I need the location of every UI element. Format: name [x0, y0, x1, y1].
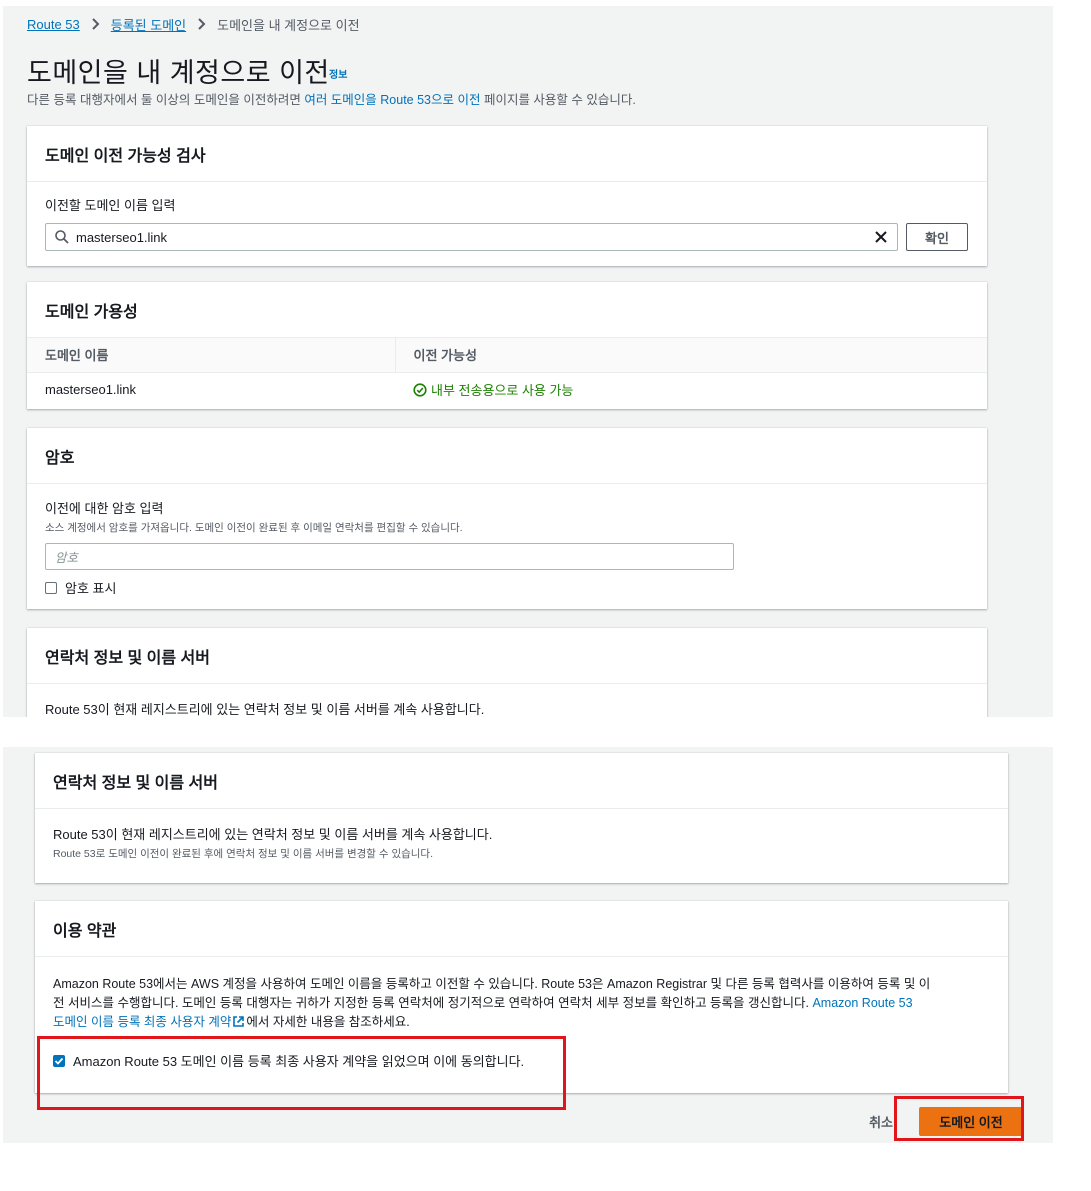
password-placeholder: 암호: [55, 551, 79, 565]
domain-input-label: 이전할 도메인 이름 입력: [45, 198, 176, 213]
confirm-button[interactable]: 확인: [906, 223, 968, 251]
page-subtitle: 다른 등록 대행자에서 둘 이상의 도메인을 이전하려면 여러 도메인을 Rou…: [27, 93, 636, 107]
breadcrumb: Route 53 등록된 도메인 도메인을 내 계정으로 이전: [27, 15, 360, 34]
password-label: 이전에 대한 암호 입력: [45, 501, 164, 516]
screenshot-part-1: Route 53 등록된 도메인 도메인을 내 계정으로 이전 도메인을 내 계…: [3, 6, 1053, 717]
contact-info-panel: 연락처 정보 및 이름 서버 Route 53이 현재 레지스트리에 있는 연락…: [27, 628, 987, 717]
panel-title: 연락처 정보 및 이름 서버: [27, 628, 987, 684]
domain-search-value: masterseo1.link: [76, 229, 168, 245]
domain-availability-panel: 도메인 가용성 도메인 이름 이전 가능성 masterseo1.link 내부…: [27, 282, 987, 409]
contact-info-note: Route 53로 도메인 이전이 완료된 후에 연락처 정보 및 이름 서버를…: [53, 848, 433, 860]
check-circle-icon: [413, 383, 427, 397]
panel-title: 도메인 이전 가능성 검사: [27, 126, 987, 182]
chevron-right-icon: [91, 17, 100, 33]
cancel-button[interactable]: 취소: [869, 1112, 893, 1131]
password-description: 소스 계정에서 암호를 가져옵니다. 도메인 이전이 완료된 후 이메일 연락처…: [45, 522, 463, 534]
search-icon: [55, 230, 69, 244]
show-password-checkbox[interactable]: [45, 581, 57, 594]
panel-title: 도메인 가용성: [27, 282, 987, 338]
breadcrumb-current: 도메인을 내 계정으로 이전: [217, 18, 360, 33]
domain-name-cell: masterseo1.link: [45, 382, 137, 398]
clear-icon[interactable]: [873, 229, 889, 245]
breadcrumb-registered-domains-link[interactable]: 등록된 도메인: [111, 15, 186, 34]
highlight-transfer-button: [894, 1096, 1024, 1141]
highlight-agree-checkbox: [37, 1036, 566, 1110]
contact-info-text: Route 53이 현재 레지스트리에 있는 연락처 정보 및 이름 서버를 계…: [53, 827, 493, 842]
column-header-domain: 도메인 이름: [27, 338, 395, 373]
status-cell: 내부 전송용으로 사용 가능: [395, 372, 987, 407]
contact-info-text: Route 53이 현재 레지스트리에 있는 연락처 정보 및 이름 서버를 계…: [45, 702, 485, 717]
eula-link[interactable]: Amazon Route 53: [812, 996, 912, 1010]
contact-info-panel: 연락처 정보 및 이름 서버 Route 53이 현재 레지스트리에 있는 연락…: [35, 753, 1008, 883]
chevron-right-icon: [197, 17, 206, 33]
column-header-transferability: 이전 가능성: [394, 338, 987, 373]
panel-title: 암호: [27, 428, 987, 484]
domain-search-input[interactable]: masterseo1.link: [45, 223, 898, 251]
status-badge: 내부 전송용으로 사용 가능: [413, 380, 969, 399]
breadcrumb-route53-link[interactable]: Route 53: [27, 17, 80, 32]
panel-title: 연락처 정보 및 이름 서버: [35, 753, 1008, 809]
show-password-label: 암호 표시: [65, 581, 117, 596]
panel-title: 이용 약관: [35, 901, 1008, 957]
transferability-check-panel: 도메인 이전 가능성 검사 이전할 도메인 이름 입력 masterseo1.l…: [27, 126, 987, 266]
eula-link-cont[interactable]: 도메인 이름 등록 최종 사용자 계약: [53, 1015, 231, 1029]
info-link[interactable]: 정보: [329, 66, 347, 81]
table-row: masterseo1.link 내부 전송용으로 사용 가능: [27, 372, 987, 407]
page-title: 도메인을 내 계정으로 이전: [27, 58, 330, 88]
password-input[interactable]: 암호: [45, 543, 734, 570]
bulk-transfer-link[interactable]: 여러 도메인을 Route 53으로 이전: [304, 93, 480, 107]
availability-table: 도메인 이름 이전 가능성 masterseo1.link 내부 전송용으로 사…: [27, 338, 987, 407]
external-link-icon[interactable]: [232, 1015, 245, 1028]
password-panel: 암호 이전에 대한 암호 입력 소스 계정에서 암호를 가져옵니다. 도메인 이…: [27, 428, 987, 609]
terms-text: Amazon Route 53에서는 AWS 계정을 사용하여 도메인 이름을 …: [53, 977, 931, 1029]
